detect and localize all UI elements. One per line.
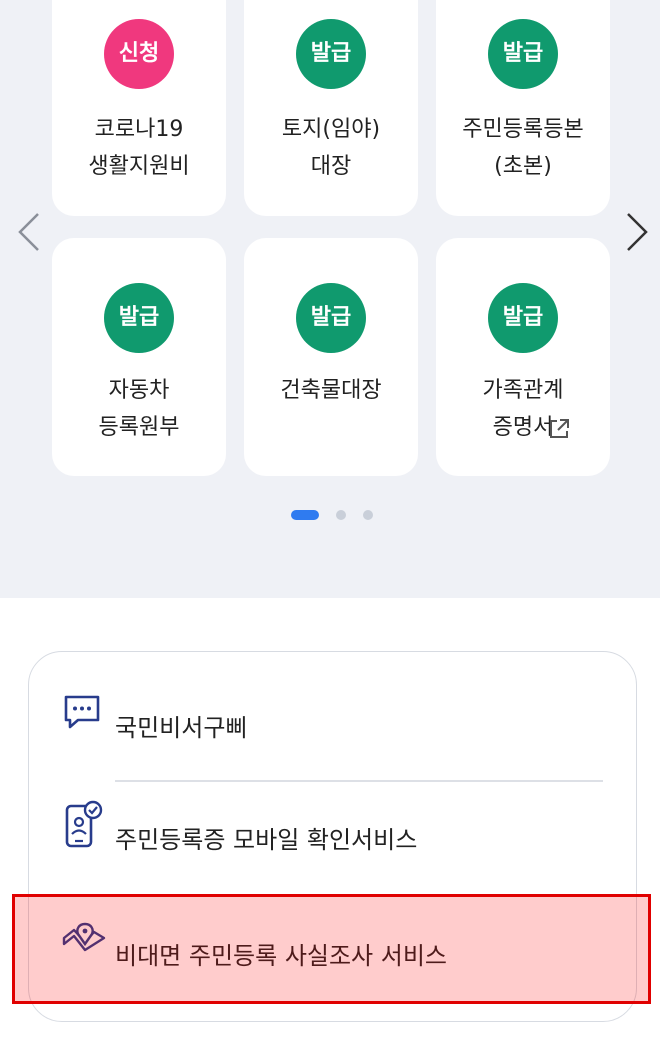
chevron-left-icon (18, 213, 39, 251)
service-card-label: 가족관계 증명서 (482, 378, 564, 440)
external-link-icon (547, 417, 571, 441)
prev-button[interactable] (16, 210, 42, 254)
issue-badge: 발급 (104, 283, 174, 353)
page-dot-1[interactable] (291, 510, 319, 520)
next-button[interactable] (624, 210, 650, 254)
service-card-family-certificate[interactable]: 발급 가족관계 증명서 (436, 238, 610, 476)
service-card-land-register[interactable]: 발급 토지(임야) 대장 (244, 0, 418, 216)
service-card-label: 토지(임야) 대장 (281, 117, 381, 179)
service-card-label: 주민등록등본 (초본) (462, 117, 584, 179)
chat-bubble-icon (61, 692, 103, 734)
service-card-resident-register[interactable]: 발급 주민등록등본 (초본) (436, 0, 610, 216)
issue-badge: 발급 (296, 283, 366, 353)
service-item-label: 국민비서구삐 (115, 714, 248, 742)
service-card-vehicle-register[interactable]: 발급 자동차 등록원부 (52, 238, 226, 476)
issue-badge: 발급 (488, 19, 558, 89)
service-card-label: 자동차 등록원부 (98, 378, 180, 440)
highlight-box (12, 894, 651, 1004)
mobile-id-check-icon (61, 800, 103, 848)
service-card-building-register[interactable]: 발급 건축물대장 (244, 238, 418, 476)
issue-badge: 발급 (296, 19, 366, 89)
service-card-label: 건축물대장 (280, 378, 382, 403)
carousel-pagination (0, 508, 660, 522)
service-card-covid-support[interactable]: 신청 코로나19 생활지원비 (52, 0, 226, 216)
page-dot-2[interactable] (336, 510, 346, 520)
service-item-label: 주민등록증 모바일 확인서비스 (115, 826, 418, 854)
service-item-mobile-id[interactable]: 주민등록증 모바일 확인서비스 (29, 782, 638, 882)
chevron-right-icon (627, 213, 648, 251)
issue-badge: 발급 (488, 283, 558, 353)
page-dot-3[interactable] (363, 510, 373, 520)
service-card-label: 코로나19 생활지원비 (88, 117, 190, 179)
quick-service-area: 신청 코로나19 생활지원비 발급 토지(임야) 대장 발급 주민등록등본 (초… (0, 0, 660, 598)
service-item-gukmin-biseo[interactable]: 국민비서구삐 (29, 664, 638, 764)
apply-badge: 신청 (104, 19, 174, 89)
